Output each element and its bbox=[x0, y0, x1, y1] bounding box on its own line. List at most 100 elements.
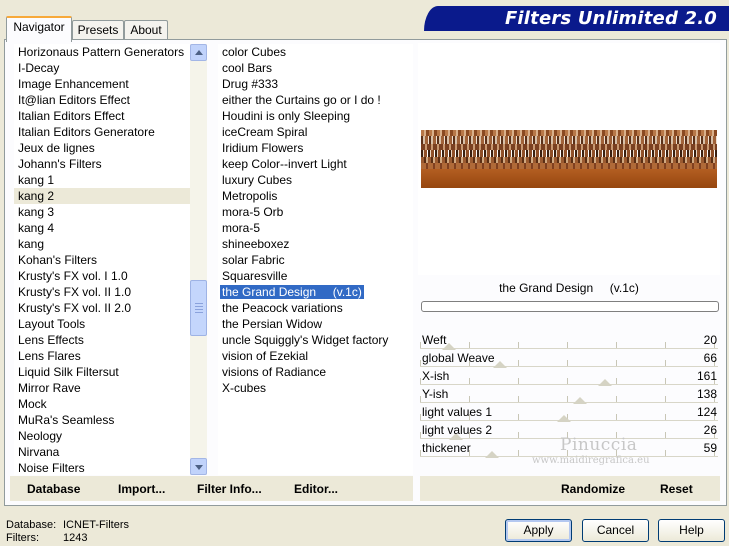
category-item[interactable]: Krusty's FX vol. I 1.0 bbox=[14, 268, 190, 284]
slider-knob[interactable] bbox=[572, 397, 587, 404]
filter-item-label: solar Fabric bbox=[222, 253, 285, 267]
filter-item[interactable]: either the Curtains go or I do ! bbox=[218, 92, 413, 108]
database-button[interactable]: Database bbox=[27, 482, 80, 496]
category-item[interactable]: Lens Flares bbox=[14, 348, 190, 364]
parameter-slider[interactable]: Y-ish 138 bbox=[418, 386, 720, 404]
slider-knob[interactable] bbox=[598, 379, 613, 386]
filter-item-label: the Persian Widow bbox=[222, 317, 323, 331]
filter-info-button[interactable]: Filter Info... bbox=[197, 482, 262, 496]
slider-knob[interactable] bbox=[557, 415, 572, 422]
filter-item[interactable]: X-cubes bbox=[218, 380, 413, 396]
category-list[interactable]: Horizonaus Pattern Generators I-Decay Imag… bbox=[14, 44, 190, 475]
filter-item[interactable]: Squaresville bbox=[218, 268, 413, 284]
chevron-up-icon bbox=[195, 50, 203, 55]
filter-item[interactable]: Iridium Flowers bbox=[218, 140, 413, 156]
help-button[interactable]: Help bbox=[658, 519, 725, 542]
category-item[interactable]: kang 4 bbox=[14, 220, 190, 236]
category-item[interactable]: Neology bbox=[14, 428, 190, 444]
tab-presets[interactable]: Presets bbox=[72, 20, 124, 40]
filter-item[interactable]: solar Fabric bbox=[218, 252, 413, 268]
filter-item[interactable]: Metropolis bbox=[218, 188, 413, 204]
filter-item[interactable]: the Grand Design (v.1c) bbox=[218, 284, 413, 300]
scroll-up-button[interactable] bbox=[190, 44, 207, 61]
watermark-name: Pinuccia bbox=[560, 435, 638, 455]
parameter-slider[interactable]: X-ish 161 bbox=[418, 368, 720, 386]
category-item[interactable]: It@lian Editors Effect bbox=[14, 92, 190, 108]
category-item[interactable]: Image Enhancement bbox=[14, 76, 190, 92]
randomize-button[interactable]: Randomize bbox=[561, 482, 625, 496]
filter-item-label: either the Curtains go or I do ! bbox=[222, 93, 381, 107]
filter-item[interactable]: iceCream Spiral bbox=[218, 124, 413, 140]
category-item[interactable]: Layout Tools bbox=[14, 316, 190, 332]
parameter-value: 59 bbox=[703, 441, 717, 455]
filter-item[interactable]: the Peacock variations bbox=[218, 300, 413, 316]
scroll-thumb[interactable] bbox=[190, 280, 207, 336]
parameter-label: X-ish bbox=[422, 369, 450, 383]
scroll-down-button[interactable] bbox=[190, 458, 207, 475]
filter-item-label: Metropolis bbox=[222, 189, 278, 203]
category-item[interactable]: Krusty's FX vol. II 2.0 bbox=[14, 300, 190, 316]
filter-item[interactable]: shineeboxez bbox=[218, 236, 413, 252]
filter-item[interactable]: mora-5 bbox=[218, 220, 413, 236]
category-scrollbar[interactable] bbox=[190, 44, 207, 475]
category-item[interactable]: Italian Editors Effect bbox=[14, 108, 190, 124]
preview-area bbox=[418, 43, 720, 275]
filter-item[interactable]: luxury Cubes bbox=[218, 172, 413, 188]
filter-item[interactable]: Houdini is only Sleeping bbox=[218, 108, 413, 124]
category-item[interactable]: Italian Editors Generatore bbox=[14, 124, 190, 140]
progress-bar bbox=[421, 301, 719, 312]
cancel-button[interactable]: Cancel bbox=[582, 519, 649, 542]
preview-image bbox=[421, 130, 717, 188]
tab-navigator[interactable]: Navigator bbox=[6, 16, 72, 42]
category-item[interactable]: Horizonaus Pattern Generators bbox=[14, 44, 190, 60]
filter-item[interactable]: cool Bars bbox=[218, 60, 413, 76]
category-item[interactable]: Nirvana bbox=[14, 444, 190, 460]
filter-item-label: luxury Cubes bbox=[222, 173, 293, 187]
tab-about[interactable]: About bbox=[124, 20, 168, 40]
banner-title: Filters Unlimited 2.0 bbox=[504, 8, 717, 29]
category-item[interactable]: Krusty's FX vol. II 1.0 bbox=[14, 284, 190, 300]
editor-button[interactable]: Editor... bbox=[294, 482, 338, 496]
filter-item[interactable]: visions of Radiance bbox=[218, 364, 413, 380]
filter-item[interactable]: color Cubes bbox=[218, 44, 413, 60]
filter-list[interactable]: color Cubes cool Bars Drug #333 either the … bbox=[218, 44, 413, 475]
category-item[interactable]: Lens Effects bbox=[14, 332, 190, 348]
category-item[interactable]: Mock bbox=[14, 396, 190, 412]
category-item[interactable]: kang 1 bbox=[14, 172, 190, 188]
filter-item-label: the Peacock variations bbox=[222, 301, 343, 315]
parameter-slider[interactable]: global Weave 66 bbox=[418, 350, 720, 368]
filter-item[interactable]: mora-5 Orb bbox=[218, 204, 413, 220]
filter-item-label: vision of Ezekial bbox=[222, 349, 309, 363]
category-item[interactable]: kang 2 bbox=[14, 188, 190, 204]
category-item[interactable]: MuRa's Seamless bbox=[14, 412, 190, 428]
filter-item-label: mora-5 Orb bbox=[222, 205, 284, 219]
filter-item-label: keep Color--invert Light bbox=[222, 157, 347, 171]
import-button[interactable]: Import... bbox=[118, 482, 165, 496]
parameter-slider[interactable]: Weft 20 bbox=[418, 332, 720, 350]
parameter-value: 66 bbox=[703, 351, 717, 365]
category-item[interactable]: Liquid Silk Filtersut bbox=[14, 364, 190, 380]
filter-item[interactable]: uncle Squiggly's Widget factory bbox=[218, 332, 413, 348]
filter-item-label: Iridium Flowers bbox=[222, 141, 304, 155]
category-item[interactable]: I-Decay bbox=[14, 60, 190, 76]
slider-knob[interactable] bbox=[485, 451, 500, 458]
reset-button[interactable]: Reset bbox=[660, 482, 693, 496]
apply-button[interactable]: Apply bbox=[505, 519, 572, 542]
category-item[interactable]: Noise Filters bbox=[14, 460, 190, 475]
category-item[interactable]: kang 3 bbox=[14, 204, 190, 220]
category-item[interactable]: Johann's Filters bbox=[14, 156, 190, 172]
left-button-bar: Database Import... Filter Info... Editor… bbox=[10, 476, 413, 501]
filter-item[interactable]: vision of Ezekial bbox=[218, 348, 413, 364]
filter-item[interactable]: keep Color--invert Light bbox=[218, 156, 413, 172]
category-item[interactable]: Mirror Rave bbox=[14, 380, 190, 396]
category-item[interactable]: Jeux de lignes bbox=[14, 140, 190, 156]
parameter-value: 161 bbox=[696, 369, 717, 383]
filter-item-label: cool Bars bbox=[222, 61, 273, 75]
filter-item[interactable]: the Persian Widow bbox=[218, 316, 413, 332]
filter-item[interactable]: Drug #333 bbox=[218, 76, 413, 92]
slider-knob[interactable] bbox=[492, 361, 507, 368]
category-item[interactable]: Kohan's Filters bbox=[14, 252, 190, 268]
filter-item-label: visions of Radiance bbox=[222, 365, 327, 379]
parameter-slider[interactable]: light values 1 124 bbox=[418, 404, 720, 422]
category-item[interactable]: kang bbox=[14, 236, 190, 252]
